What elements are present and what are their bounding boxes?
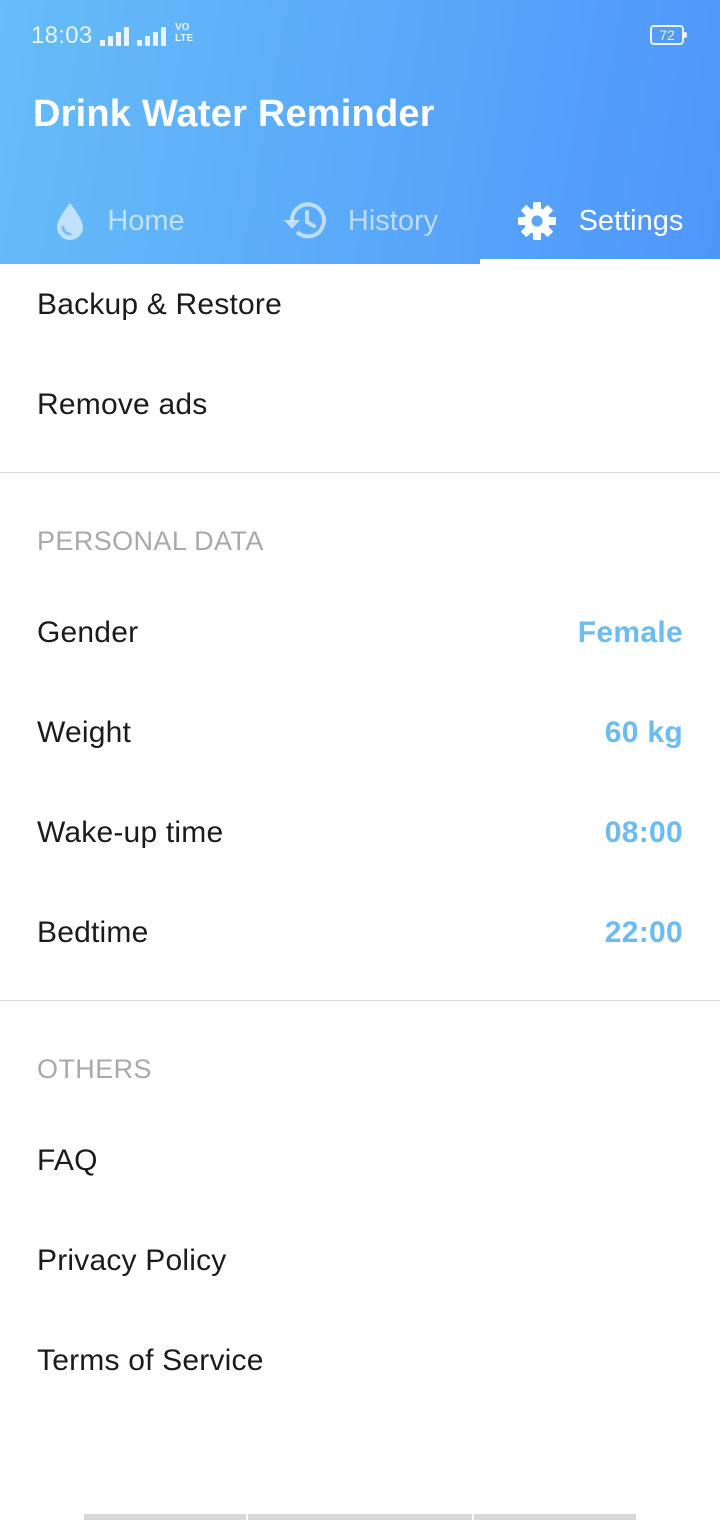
bedtime-item[interactable]: Bedtime 22:00 xyxy=(0,883,720,983)
gender-label: Gender xyxy=(37,616,139,649)
tab-settings[interactable]: Settings xyxy=(480,178,720,264)
battery-icon: 72 xyxy=(650,25,687,45)
weight-value: 60 kg xyxy=(604,716,683,749)
backup-restore-item[interactable]: Backup & Restore xyxy=(0,255,720,355)
app-title: Drink Water Reminder xyxy=(33,93,435,135)
tab-settings-label: Settings xyxy=(578,204,684,237)
remove-ads-item[interactable]: Remove ads xyxy=(0,355,720,455)
nav-back-button[interactable] xyxy=(84,1514,246,1520)
tab-bar: Home History Settings xyxy=(0,178,720,264)
weight-label: Weight xyxy=(37,716,132,749)
volte-line2: LTE xyxy=(175,33,194,44)
history-icon xyxy=(282,201,326,241)
wakeup-time-value: 08:00 xyxy=(604,816,683,849)
backup-restore-label: Backup & Restore xyxy=(37,288,282,321)
bedtime-label: Bedtime xyxy=(37,916,149,949)
bedtime-value: 22:00 xyxy=(604,916,683,949)
signal-strength-icon xyxy=(137,27,166,46)
volte-icon: VO LTE xyxy=(175,22,205,50)
signal-strength-icon xyxy=(100,27,129,46)
faq-label: FAQ xyxy=(37,1144,98,1177)
privacy-policy-label: Privacy Policy xyxy=(37,1244,227,1277)
tab-history[interactable]: History xyxy=(240,178,480,264)
battery-level: 72 xyxy=(659,27,675,43)
tab-home-label: Home xyxy=(107,204,185,237)
status-time: 18:03 xyxy=(31,22,93,49)
terms-of-service-label: Terms of Service xyxy=(37,1344,264,1377)
tab-home[interactable]: Home xyxy=(0,178,240,264)
water-drop-icon xyxy=(55,201,85,241)
faq-item[interactable]: FAQ xyxy=(0,1111,720,1211)
gear-icon xyxy=(517,201,557,241)
app-header: 18:03 VO LTE 72 Drink Water Reminder Hom… xyxy=(0,0,720,264)
volte-line1: VO xyxy=(175,22,190,33)
nav-recents-button[interactable] xyxy=(474,1514,636,1520)
wakeup-time-label: Wake-up time xyxy=(37,816,224,849)
personal-data-header: PERSONAL DATA xyxy=(37,526,264,556)
section-divider xyxy=(0,472,720,473)
gender-item[interactable]: Gender Female xyxy=(0,583,720,683)
tab-history-label: History xyxy=(347,204,439,237)
terms-of-service-item[interactable]: Terms of Service xyxy=(0,1311,720,1411)
nav-home-button[interactable] xyxy=(248,1514,472,1520)
weight-item[interactable]: Weight 60 kg xyxy=(0,683,720,783)
others-header: OTHERS xyxy=(37,1054,152,1084)
gender-value: Female xyxy=(577,616,683,649)
section-divider xyxy=(0,1000,720,1001)
privacy-policy-item[interactable]: Privacy Policy xyxy=(0,1211,720,1311)
status-bar: 18:03 VO LTE 72 xyxy=(0,0,720,72)
wakeup-time-item[interactable]: Wake-up time 08:00 xyxy=(0,783,720,883)
remove-ads-label: Remove ads xyxy=(37,388,208,421)
